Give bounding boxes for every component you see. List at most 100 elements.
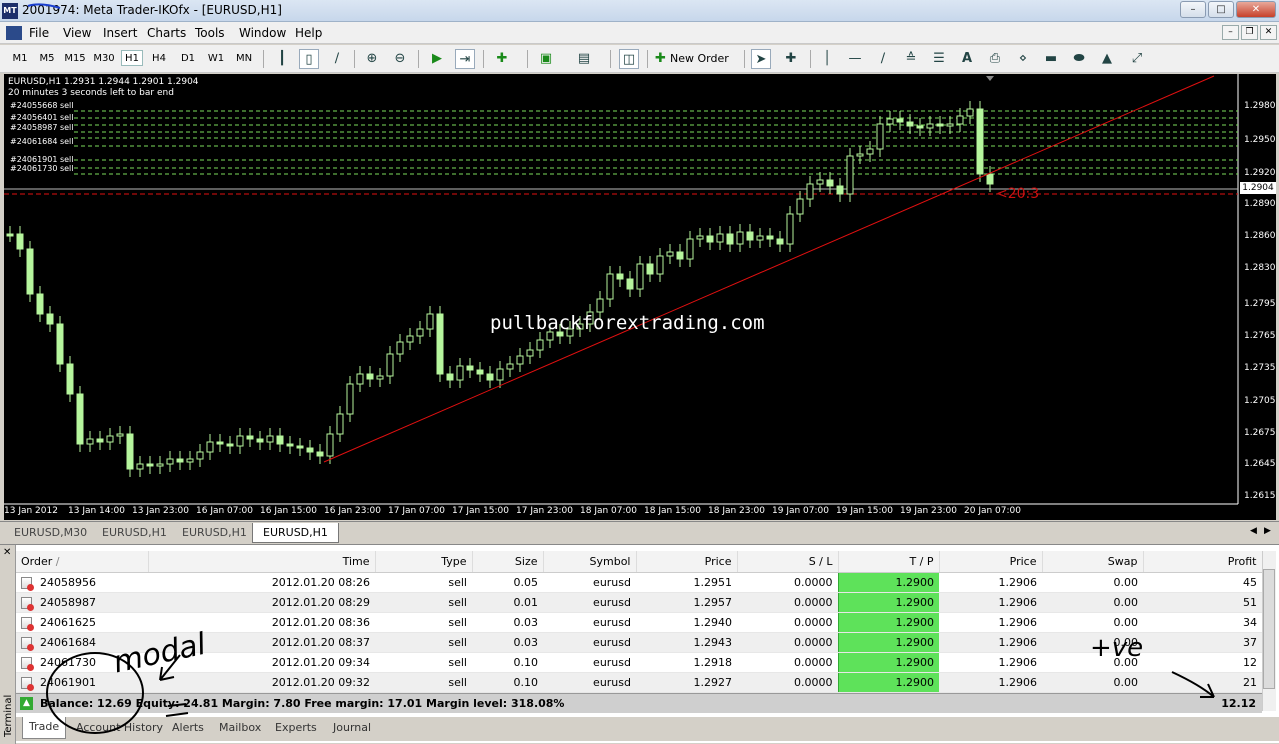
arrows-icon[interactable]: ⤢: [1127, 49, 1147, 69]
chart-tab[interactable]: EURUSD,H1: [172, 523, 257, 543]
text-label-icon[interactable]: ⎙: [985, 49, 1005, 69]
horizontal-line-icon[interactable]: —: [845, 49, 865, 69]
menu-help[interactable]: Help: [295, 26, 322, 40]
table-row[interactable]: 24058987 2012.01.20 08:29 sell 0.01 eurusd 1.…: [16, 592, 1262, 613]
profit-cell: 51: [1143, 592, 1262, 613]
zoom-out-icon[interactable]: ⊖: [390, 49, 410, 69]
channel-icon[interactable]: ≙: [901, 49, 921, 69]
menu-tools[interactable]: Tools: [195, 26, 225, 40]
price-tick-label: 1.2950: [1244, 135, 1276, 145]
tab-journal[interactable]: Journal: [333, 721, 371, 734]
candle-body: [606, 273, 614, 300]
fibo-fan-icon[interactable]: ⋄: [1013, 49, 1033, 69]
trendline-icon[interactable]: ∕: [873, 49, 893, 69]
tab-mailbox[interactable]: Mailbox: [219, 721, 261, 734]
templates-icon[interactable]: ▣: [536, 49, 556, 69]
sl-cell: 0.0000: [737, 572, 838, 593]
doc-icon[interactable]: [6, 26, 22, 40]
candle-body: [626, 278, 634, 290]
column-header-swap[interactable]: Swap: [1042, 551, 1144, 573]
column-header-order[interactable]: Order ∕: [16, 551, 149, 573]
table-row[interactable]: 24061730 2012.01.20 09:34 sell 0.10 eurusd 1.…: [16, 652, 1262, 673]
column-header-size[interactable]: Size: [472, 551, 544, 573]
menu-file[interactable]: File: [29, 26, 49, 40]
mdi-close-button[interactable]: ✕: [1260, 25, 1277, 40]
menu-window[interactable]: Window: [239, 26, 286, 40]
candle-chart-icon[interactable]: ▯: [299, 49, 319, 69]
line-chart-icon[interactable]: ∕: [327, 49, 347, 69]
maximize-button[interactable]: □: [1208, 1, 1234, 18]
indicators-icon[interactable]: ✚: [492, 49, 512, 69]
candle-body: [336, 413, 344, 435]
menu-charts[interactable]: Charts: [147, 26, 186, 40]
column-header-type[interactable]: Type: [375, 551, 473, 573]
candle-body: [986, 173, 994, 185]
table-row[interactable]: 24061901 2012.01.20 09:32 sell 0.10 eurusd 1.…: [16, 672, 1262, 693]
price-chart[interactable]: EURUSD,H1 1.2931 1.2944 1.2901 1.2904 20…: [4, 74, 1276, 520]
sl-cell: 0.0000: [737, 612, 838, 633]
column-header-sl[interactable]: S / L: [737, 551, 839, 573]
timeframe-h4[interactable]: H4: [148, 51, 170, 67]
autoscroll-icon[interactable]: ▶: [427, 49, 447, 69]
scrollbar-thumb[interactable]: [1263, 569, 1275, 689]
candle-body: [786, 213, 794, 245]
price-cell: 1.2927: [636, 672, 737, 693]
candle-body: [186, 458, 194, 463]
tab-account-history[interactable]: Account History: [76, 721, 163, 734]
table-row[interactable]: 24061684 2012.01.20 08:37 sell 0.03 eurusd 1.…: [16, 632, 1262, 653]
crosshair-icon[interactable]: ✚: [781, 49, 801, 69]
chart-tab-active[interactable]: EURUSD,H1: [252, 523, 339, 543]
candle-body: [406, 335, 414, 343]
candle-body: [916, 125, 924, 129]
candle-body: [446, 373, 454, 381]
timeframe-m30[interactable]: M30: [91, 51, 117, 67]
timeframe-m1[interactable]: M1: [10, 51, 30, 67]
mdi-minimize-button[interactable]: –: [1222, 25, 1239, 40]
navigator-icon[interactable]: ◫: [619, 49, 639, 69]
menu-insert[interactable]: Insert: [103, 26, 137, 40]
rectangle-icon[interactable]: ▬: [1041, 49, 1061, 69]
close-terminal-icon[interactable]: ✕: [3, 547, 11, 558]
bar-chart-icon[interactable]: ┃: [272, 49, 292, 69]
close-button[interactable]: ✕: [1236, 1, 1276, 18]
minimize-button[interactable]: –: [1180, 1, 1206, 18]
timeframe-d1[interactable]: D1: [177, 51, 199, 67]
column-header-tp[interactable]: T / P: [838, 551, 940, 573]
timeframe-m5[interactable]: M5: [36, 51, 58, 67]
current-price-cell: 1.2906: [939, 572, 1042, 593]
new-order-button[interactable]: ✚ New Order: [655, 49, 729, 69]
cursor-icon[interactable]: ➤: [751, 49, 771, 69]
timeframe-mn[interactable]: MN: [232, 51, 256, 67]
chart-canvas: [4, 74, 1239, 505]
vertical-line-icon[interactable]: │: [817, 49, 837, 69]
tab-trade[interactable]: Trade: [22, 717, 67, 739]
zoom-in-icon[interactable]: ⊕: [362, 49, 382, 69]
timeframe-m15[interactable]: M15: [62, 51, 88, 67]
chart-shift-icon[interactable]: ⇥: [455, 49, 475, 69]
swap-cell: 0.00: [1042, 672, 1143, 693]
ellipse-icon[interactable]: ⬬: [1069, 49, 1089, 69]
price-tick-label: 1.2675: [1244, 428, 1276, 438]
tab-scroll-left-icon[interactable]: ◀: [1250, 526, 1257, 536]
chart-tab[interactable]: EURUSD,M30: [4, 523, 97, 543]
column-header-symbol[interactable]: Symbol: [543, 551, 637, 573]
timeframe-w1[interactable]: W1: [205, 51, 227, 67]
mdi-restore-button[interactable]: ❐: [1241, 25, 1258, 40]
tab-experts[interactable]: Experts: [275, 721, 317, 734]
column-header-time[interactable]: Time: [148, 551, 376, 573]
column-header-profit[interactable]: Profit: [1143, 551, 1263, 573]
triangle-icon[interactable]: ▲: [1097, 49, 1117, 69]
table-row[interactable]: 24061625 2012.01.20 08:36 sell 0.03 eurusd 1.…: [16, 612, 1262, 633]
timeframe-h1[interactable]: H1: [121, 50, 143, 66]
tab-alerts[interactable]: Alerts: [172, 721, 204, 734]
fibonacci-icon[interactable]: ☰: [929, 49, 949, 69]
column-header-price[interactable]: Price: [636, 551, 738, 573]
tab-scroll-right-icon[interactable]: ▶: [1264, 526, 1271, 536]
time-tick-label: 17 Jan 07:00: [388, 506, 445, 516]
periods-icon[interactable]: ▤: [574, 49, 594, 69]
text-icon[interactable]: A: [957, 49, 977, 69]
column-header-current-price[interactable]: Price: [939, 551, 1043, 573]
table-row[interactable]: 24058956 2012.01.20 08:26 sell 0.05 eurusd 1.…: [16, 572, 1262, 593]
menu-view[interactable]: View: [63, 26, 91, 40]
chart-tab[interactable]: EURUSD,H1: [92, 523, 177, 543]
